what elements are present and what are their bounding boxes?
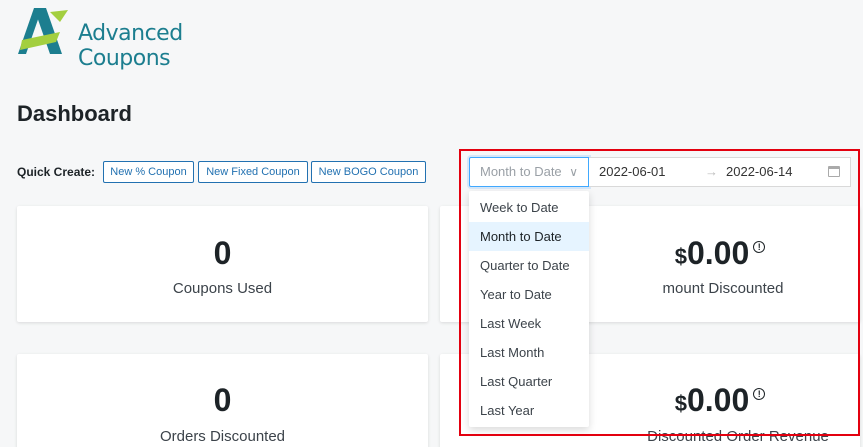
option-last-quarter[interactable]: Last Quarter — [469, 367, 589, 396]
coupons-used-card: 0 Coupons Used — [17, 206, 428, 322]
coupons-used-caption: Coupons Used — [172, 280, 273, 297]
currency-symbol: $ — [674, 244, 687, 269]
chevron-down-icon: ∨ — [569, 165, 578, 179]
date-range-select[interactable]: Month to Date ∨ — [469, 157, 589, 187]
option-last-week[interactable]: Last Week — [469, 309, 589, 338]
option-year-to-date[interactable]: Year to Date — [469, 280, 589, 309]
orders-discounted-card: 0 Orders Discounted — [17, 354, 428, 447]
start-date-input[interactable]: 2022-06-01 — [599, 158, 666, 186]
info-icon[interactable]: ! — [753, 241, 766, 253]
new-fixed-coupon-button[interactable]: New Fixed Coupon — [198, 161, 308, 183]
arrow-right-icon: → — [705, 164, 718, 179]
new-bogo-coupon-button[interactable]: New BOGO Coupon — [311, 161, 426, 183]
end-date-input[interactable]: 2022-06-14 — [726, 158, 793, 186]
order-revenue-value: 0.00 — [686, 382, 750, 418]
page-title: Dashboard — [17, 101, 132, 126]
coupons-used-value: 0 — [213, 235, 232, 271]
date-range-dropdown: Week to Date Month to Date Quarter to Da… — [469, 191, 589, 427]
date-range-selected: Month to Date — [480, 164, 562, 179]
new-percent-coupon-button[interactable]: New % Coupon — [103, 161, 194, 183]
info-icon[interactable]: ! — [753, 388, 766, 400]
option-month-to-date[interactable]: Month to Date — [469, 222, 589, 251]
amount-discounted-value: 0.00 — [686, 235, 750, 271]
brand-logo[interactable]: Advanced Coupons — [16, 6, 276, 71]
orders-discounted-value: 0 — [213, 382, 232, 418]
option-last-year[interactable]: Last Year — [469, 396, 589, 425]
option-week-to-date[interactable]: Week to Date — [469, 193, 589, 222]
orders-discounted-caption: Orders Discounted — [159, 428, 286, 445]
order-revenue-caption: Discounted Order Revenue — [647, 428, 829, 445]
currency-symbol: $ — [674, 391, 687, 416]
brand-name: Advanced Coupons — [78, 21, 183, 71]
date-range-picker[interactable]: 2022-06-01 → 2022-06-14 — [589, 157, 851, 187]
quick-create-label: Quick Create: — [17, 165, 96, 179]
calendar-icon[interactable] — [828, 166, 840, 177]
option-quarter-to-date[interactable]: Quarter to Date — [469, 251, 589, 280]
advanced-coupons-logo-icon — [18, 8, 68, 54]
option-last-month[interactable]: Last Month — [469, 338, 589, 367]
